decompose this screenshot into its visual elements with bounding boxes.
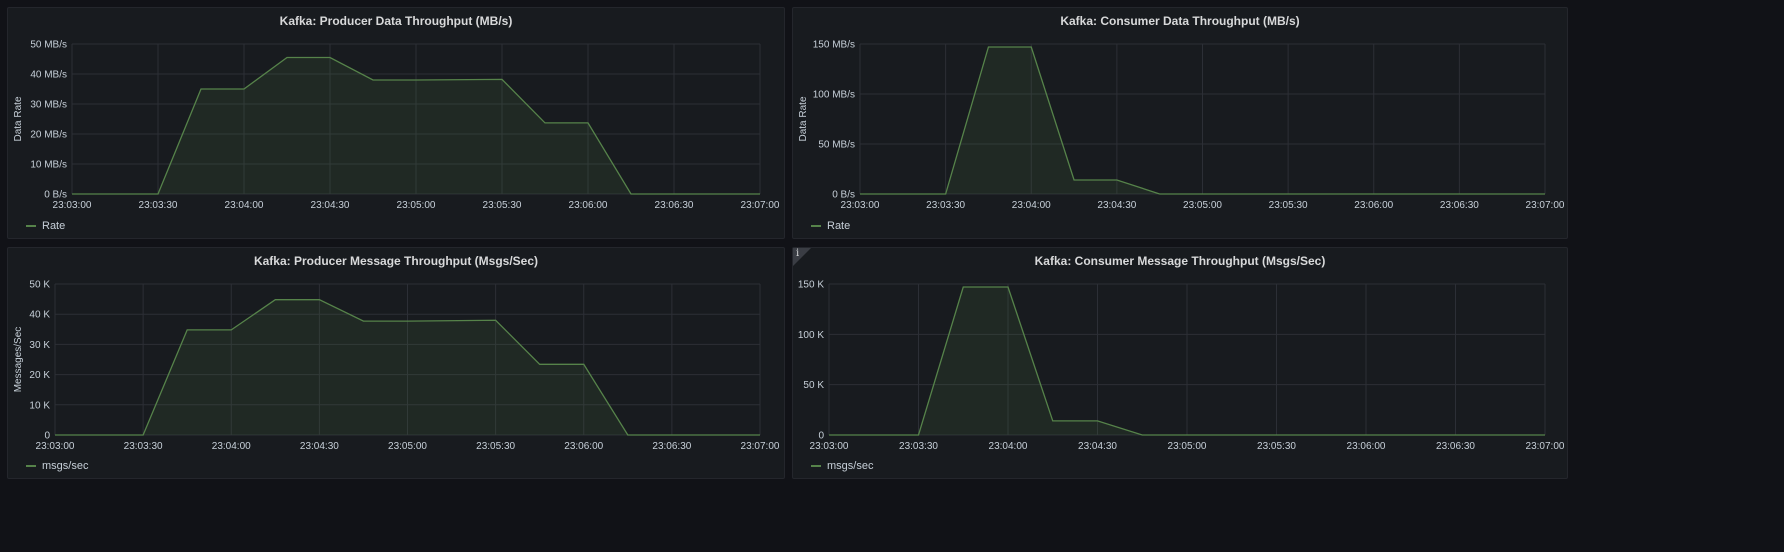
x-tick-label: 23:06:00 — [1347, 441, 1386, 452]
panel-producer-message: Kafka: Producer Message Throughput (Msgs… — [7, 247, 785, 479]
y-tick-label: 150 MB/s — [813, 40, 855, 51]
legend-item[interactable]: Rate — [26, 220, 65, 232]
x-tick-label: 23:04:30 — [1078, 441, 1117, 452]
x-tick-label: 23:05:00 — [388, 441, 427, 452]
x-tick-label: 23:04:30 — [311, 200, 350, 211]
chart-producer-message: 0 10 K 20 K 30 K 40 K 50 K 23:03:00 23:03:30 23:… — [13, 280, 780, 453]
legend-label: msgs/sec — [42, 460, 89, 472]
chart-consumer-data: 0 B/s 50 MB/s 100 MB/s 150 MB/s 23:03:00 23:0… — [798, 40, 1565, 212]
x-tick-label: 23:07:00 — [741, 200, 780, 211]
x-tick-label: 23:03:00 — [841, 200, 880, 211]
x-tick-label: 23:04:30 — [300, 441, 339, 452]
x-tick-label: 23:07:00 — [1526, 441, 1565, 452]
x-tick-label: 23:06:30 — [1440, 200, 1479, 211]
x-tick-label: 23:05:30 — [476, 441, 515, 452]
y-axis-label: Messages/Sec — [13, 327, 24, 393]
legend-swatch — [811, 225, 821, 227]
x-tick-label: 23:06:00 — [569, 200, 608, 211]
x-tick-label: 23:04:30 — [1097, 200, 1136, 211]
legend-label: Rate — [42, 220, 66, 232]
y-tick-label: 30 K — [29, 340, 50, 351]
y-tick-label: 150 K — [798, 280, 824, 291]
legend-label: msgs/sec — [827, 460, 874, 472]
x-tick-label: 23:03:30 — [124, 441, 163, 452]
chart-producer-data: 0 B/s 10 MB/s 20 MB/s 30 MB/s 40 MB/s 50 MB/s… — [13, 40, 780, 212]
x-tick-label: 23:05:30 — [483, 200, 522, 211]
x-tick-label: 23:06:00 — [1354, 200, 1393, 211]
y-axis-label: Data Rate — [798, 96, 809, 141]
panel-consumer-message: i Kafka: Consumer Message Throughput (Ms… — [792, 247, 1568, 479]
y-tick-label: 30 MB/s — [30, 100, 67, 111]
x-tick-label: 23:05:00 — [397, 200, 436, 211]
y-tick-label: 40 K — [29, 310, 50, 321]
y-tick-label: 0 — [818, 431, 824, 442]
y-tick-label: 50 MB/s — [30, 40, 67, 51]
y-axis-label: Data Rate — [13, 96, 24, 141]
x-tick-label: 23:03:30 — [139, 200, 178, 211]
x-tick-label: 23:07:00 — [1526, 200, 1565, 211]
legend-item[interactable]: msgs/sec — [811, 460, 873, 472]
x-tick-label: 23:06:30 — [652, 441, 691, 452]
x-tick-label: 23:04:00 — [212, 441, 251, 452]
x-tick-label: 23:05:00 — [1183, 200, 1222, 211]
x-tick-label: 23:03:00 — [36, 441, 75, 452]
x-tick-label: 23:05:30 — [1257, 441, 1296, 452]
legend-swatch — [811, 465, 821, 467]
y-tick-label: 100 MB/s — [813, 90, 855, 101]
y-tick-label: 20 K — [29, 370, 50, 381]
legend-item[interactable]: msgs/sec — [26, 460, 88, 472]
panel-consumer-data: Kafka: Consumer Data Throughput (MB/s) 0… — [792, 7, 1568, 239]
y-tick-label: 0 B/s — [832, 190, 855, 201]
legend-item[interactable]: Rate — [811, 220, 850, 232]
y-tick-label: 50 MB/s — [818, 140, 855, 151]
x-tick-label: 23:06:30 — [1436, 441, 1475, 452]
x-tick-label: 23:06:30 — [655, 200, 694, 211]
x-tick-label: 23:05:30 — [1269, 200, 1308, 211]
legend-swatch — [26, 465, 36, 467]
legend-swatch — [26, 225, 36, 227]
chart-consumer-message: 0 50 K 100 K 150 K 23:03:00 23:03:30 23:04:00 2… — [798, 280, 1565, 453]
panel-producer-data: Kafka: Producer Data Throughput (MB/s) 0… — [7, 7, 785, 239]
legend-label: Rate — [827, 220, 851, 232]
y-tick-label: 10 MB/s — [30, 160, 67, 171]
x-tick-label: 23:03:00 — [810, 441, 849, 452]
y-tick-label: 50 K — [29, 280, 50, 291]
x-tick-label: 23:04:00 — [989, 441, 1028, 452]
y-tick-label: 20 MB/s — [30, 130, 67, 141]
y-tick-label: 10 K — [29, 400, 50, 411]
y-tick-label: 0 B/s — [44, 190, 67, 201]
y-tick-label: 50 K — [803, 380, 824, 391]
y-tick-label: 40 MB/s — [30, 70, 67, 81]
y-tick-label: 100 K — [798, 330, 824, 341]
y-tick-label: 0 — [44, 431, 50, 442]
x-tick-label: 23:04:00 — [1012, 200, 1051, 211]
x-tick-label: 23:03:30 — [926, 200, 965, 211]
x-tick-label: 23:04:00 — [225, 200, 264, 211]
x-tick-label: 23:03:00 — [53, 200, 92, 211]
x-tick-label: 23:05:00 — [1168, 441, 1207, 452]
x-tick-label: 23:03:30 — [899, 441, 938, 452]
x-tick-label: 23:06:00 — [564, 441, 603, 452]
x-tick-label: 23:07:00 — [741, 441, 780, 452]
